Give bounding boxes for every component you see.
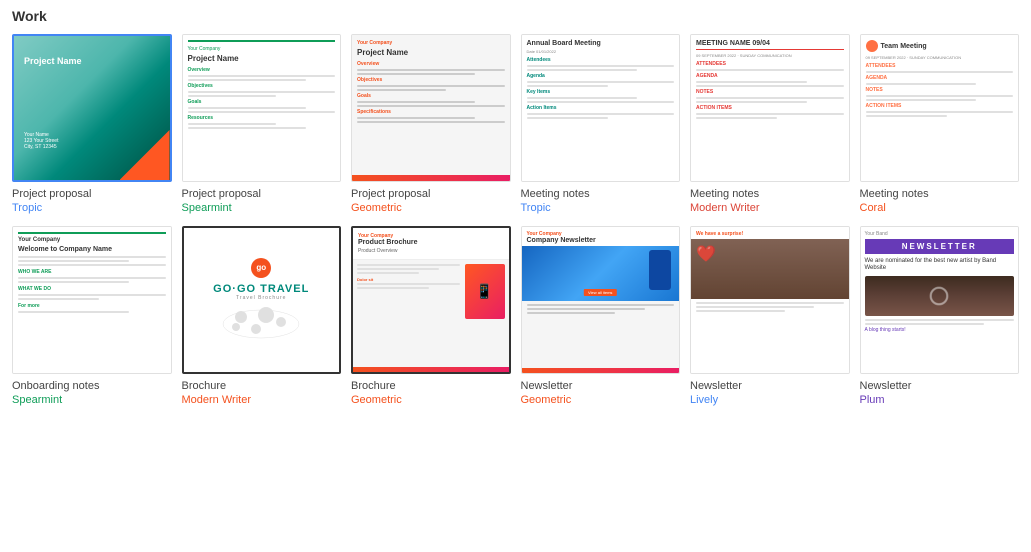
template-labels-meeting-notes-modern-writer: Meeting notes Modern Writer <box>690 187 850 216</box>
work-templates-page: Work Project Name Your Name 123 Your Str… <box>0 0 1031 415</box>
template-meeting-notes-modern-writer[interactable]: MEETING NAME 09/04 09 SEPTEMBER 2022 · S… <box>690 34 850 216</box>
template-labels-meeting-notes-tropic: Meeting notes Tropic <box>521 187 681 216</box>
template-thumb-onboarding-notes-spearmint[interactable]: Your Company Welcome to Company Name WHO… <box>12 226 172 374</box>
template-labels-meeting-notes-coral: Meeting notes Coral <box>860 187 1020 216</box>
template-project-proposal-spearmint[interactable]: Your Company Project Name Overview Objec… <box>182 34 342 216</box>
template-labels-project-proposal-spearmint: Project proposal Spearmint <box>182 187 342 216</box>
template-thumb-project-proposal-tropic[interactable]: Project Name Your Name 123 Your Street C… <box>12 34 172 182</box>
section-title: Work <box>12 8 1019 24</box>
template-style: Geometric <box>351 393 511 407</box>
template-style: Modern Writer <box>690 201 850 215</box>
template-name: Project proposal <box>182 187 342 201</box>
template-labels-newsletter-geometric: Newsletter Geometric <box>521 379 681 408</box>
template-style: Lively <box>690 393 850 407</box>
template-style: Tropic <box>12 201 172 215</box>
template-newsletter-geometric[interactable]: Your Company Company Newsletter View all… <box>521 226 681 408</box>
template-name: Meeting notes <box>521 187 681 201</box>
template-newsletter-plum[interactable]: Your Band NEWSLETTER We are nominated fo… <box>860 226 1020 408</box>
template-name: Project proposal <box>351 187 511 201</box>
template-name: Meeting notes <box>860 187 1020 201</box>
template-style: Geometric <box>351 201 511 215</box>
template-thumb-meeting-notes-tropic[interactable]: Annual Board Meeting Date 01/01/2022 Att… <box>521 34 681 182</box>
template-thumb-newsletter-lively[interactable]: We have a surprise! ❤️ <box>690 226 850 374</box>
template-thumb-newsletter-geometric[interactable]: Your Company Company Newsletter View all… <box>521 226 681 374</box>
template-thumb-project-proposal-spearmint[interactable]: Your Company Project Name Overview Objec… <box>182 34 342 182</box>
template-thumb-project-proposal-geometric[interactable]: Your Company Project Name Overview Objec… <box>351 34 511 182</box>
template-thumb-brochure-geometric[interactable]: Your Company Product Brochure Product Ov… <box>351 226 511 374</box>
template-project-proposal-tropic[interactable]: Project Name Your Name 123 Your Street C… <box>12 34 172 216</box>
template-labels-project-proposal-tropic: Project proposal Tropic <box>12 187 172 216</box>
template-name: Brochure <box>351 379 511 393</box>
template-name: Newsletter <box>521 379 681 393</box>
template-newsletter-lively[interactable]: We have a surprise! ❤️ Newsletter Lively <box>690 226 850 408</box>
template-brochure-geometric[interactable]: Your Company Product Brochure Product Ov… <box>351 226 511 408</box>
template-style: Tropic <box>521 201 681 215</box>
template-labels-project-proposal-geometric: Project proposal Geometric <box>351 187 511 216</box>
template-name: Meeting notes <box>690 187 850 201</box>
template-thumb-meeting-notes-coral[interactable]: Team Meeting 09 SEPTEMBER 2022 · SUNDAY … <box>860 34 1020 182</box>
template-labels-brochure-modern-writer: Brochure Modern Writer <box>182 379 342 408</box>
template-style: Spearmint <box>12 393 172 407</box>
template-style: Plum <box>860 393 1020 407</box>
template-name: Brochure <box>182 379 342 393</box>
template-style: Spearmint <box>182 201 342 215</box>
template-style: Modern Writer <box>182 393 342 407</box>
template-labels-newsletter-lively: Newsletter Lively <box>690 379 850 408</box>
template-meeting-notes-tropic[interactable]: Annual Board Meeting Date 01/01/2022 Att… <box>521 34 681 216</box>
template-thumb-newsletter-plum[interactable]: Your Band NEWSLETTER We are nominated fo… <box>860 226 1020 374</box>
templates-grid: Project Name Your Name 123 Your Street C… <box>12 34 1019 407</box>
template-name: Project proposal <box>12 187 172 201</box>
template-labels-newsletter-plum: Newsletter Plum <box>860 379 1020 408</box>
template-project-proposal-geometric[interactable]: Your Company Project Name Overview Objec… <box>351 34 511 216</box>
template-brochure-modern-writer[interactable]: go GO·GO TRAVEL Travel Brochure <box>182 226 342 408</box>
template-name: Newsletter <box>690 379 850 393</box>
template-labels-brochure-geometric: Brochure Geometric <box>351 379 511 408</box>
template-style: Geometric <box>521 393 681 407</box>
template-name: Newsletter <box>860 379 1020 393</box>
template-thumb-brochure-modern-writer[interactable]: go GO·GO TRAVEL Travel Brochure <box>182 226 342 374</box>
template-name: Onboarding notes <box>12 379 172 393</box>
template-style: Coral <box>860 201 1020 215</box>
template-meeting-notes-coral[interactable]: Team Meeting 09 SEPTEMBER 2022 · SUNDAY … <box>860 34 1020 216</box>
template-onboarding-notes-spearmint[interactable]: Your Company Welcome to Company Name WHO… <box>12 226 172 408</box>
template-labels-onboarding-notes-spearmint: Onboarding notes Spearmint <box>12 379 172 408</box>
template-thumb-meeting-notes-modern-writer[interactable]: MEETING NAME 09/04 09 SEPTEMBER 2022 · S… <box>690 34 850 182</box>
